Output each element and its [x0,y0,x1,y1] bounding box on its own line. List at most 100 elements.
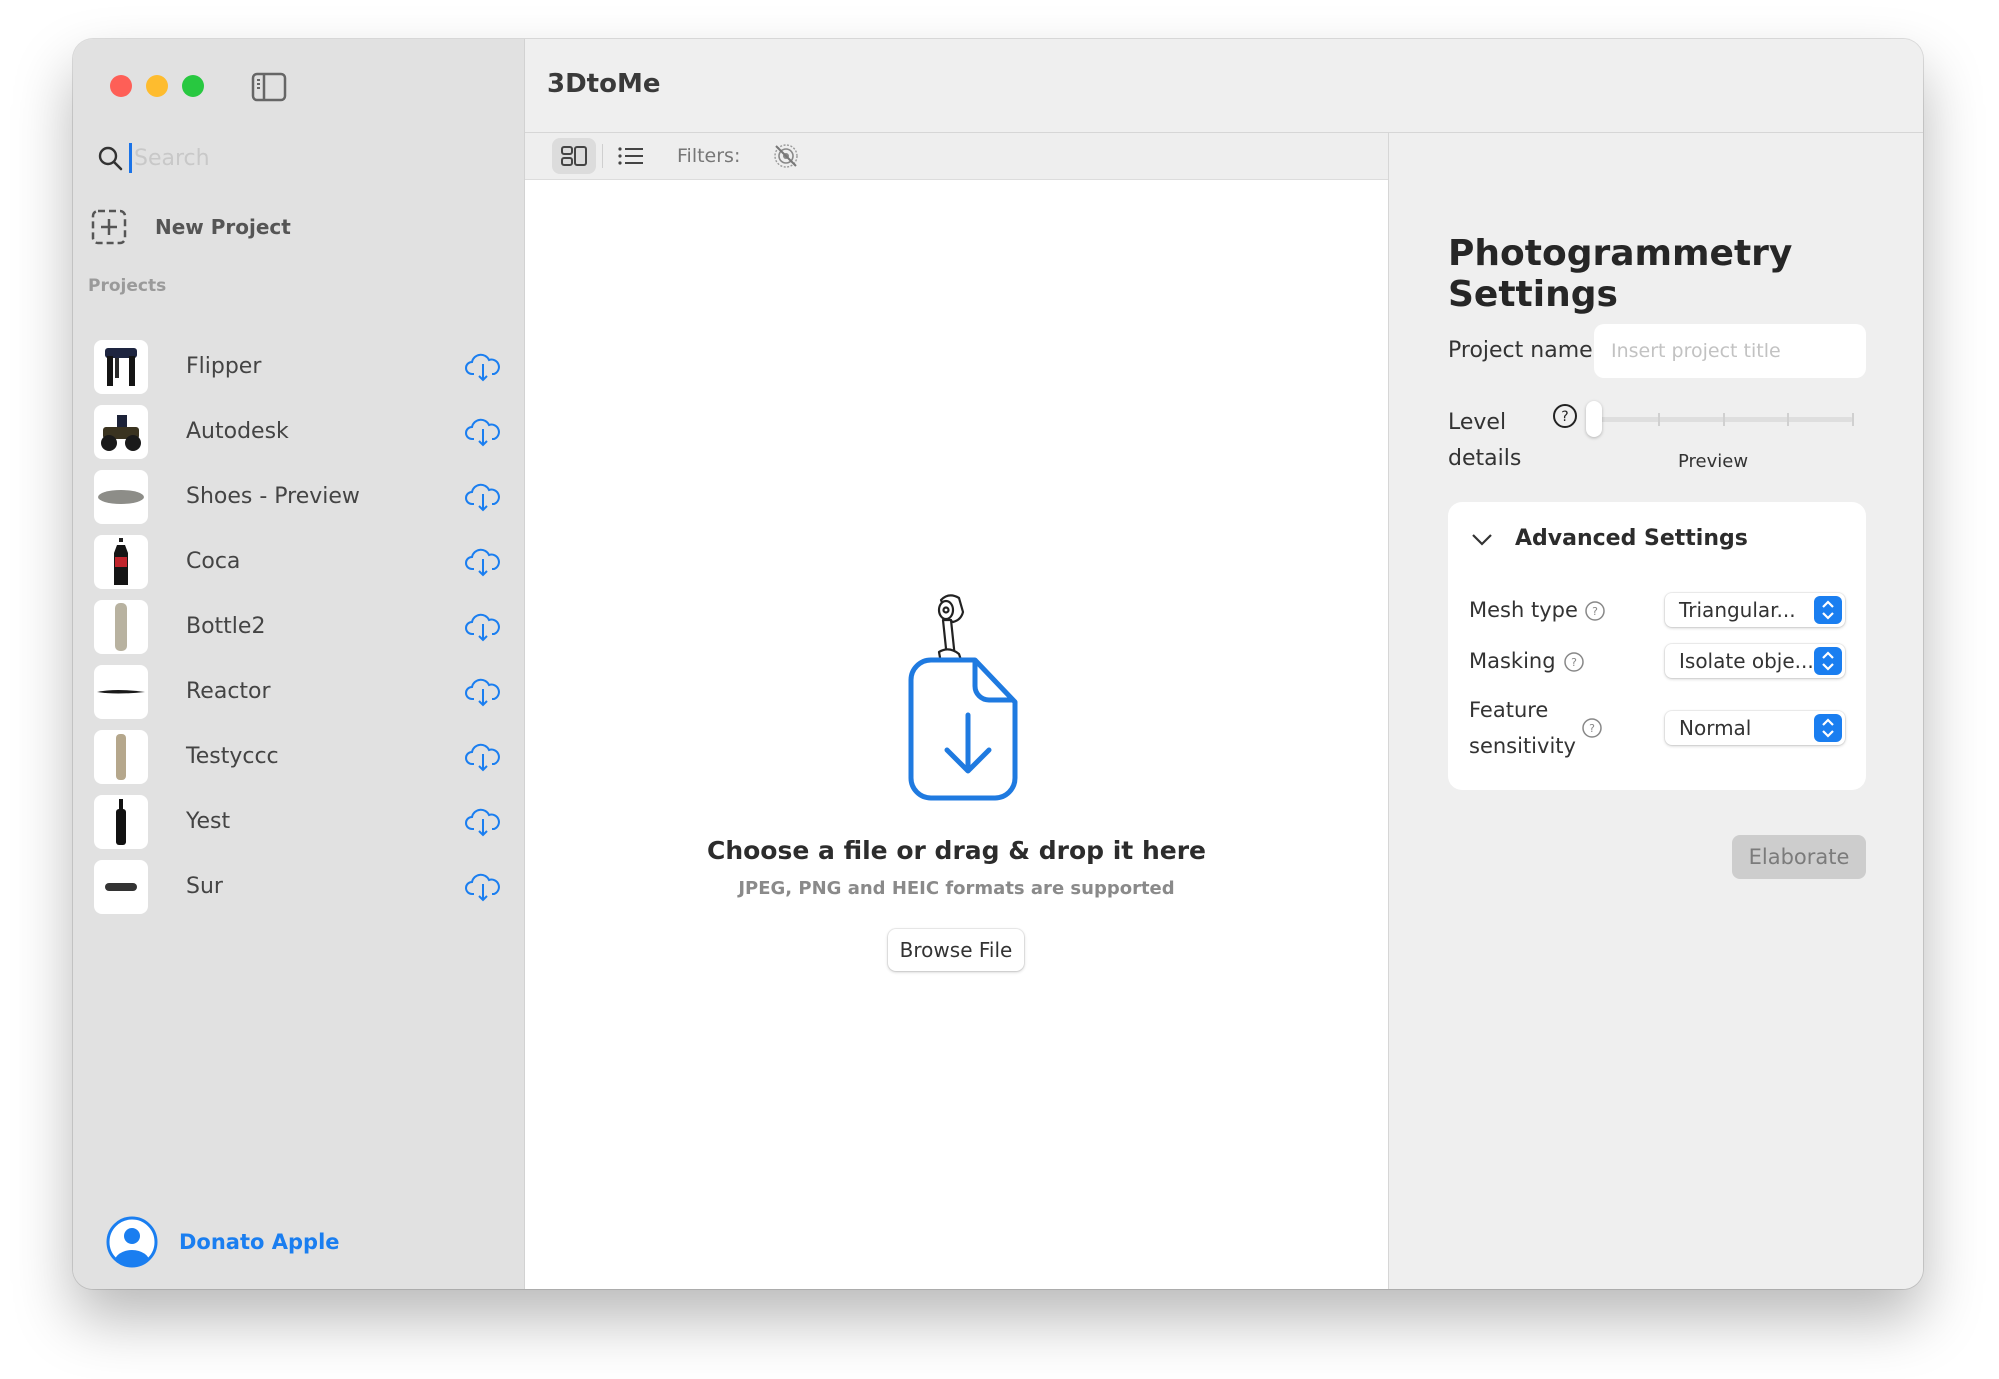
projects-section-header: Projects [88,276,167,296]
project-thumbnail [94,404,148,459]
project-list: Flipper Autodesk Shoes - Preview Coca Bo… [73,334,525,919]
advanced-settings-card: Advanced Settings Mesh type ? Triangular… [1448,502,1866,790]
mesh-type-label: Mesh type [1469,598,1578,622]
stepper-arrows-icon [1814,714,1842,742]
level-details-label-line1: Level [1448,410,1507,435]
zoom-window-button[interactable] [182,75,204,97]
close-window-button[interactable] [110,75,132,97]
cloud-download-icon[interactable] [465,807,501,837]
svg-text:?: ? [1592,605,1598,618]
feature-sensitivity-row: Feature sensitivity ? Normal [1469,692,1849,764]
minimize-window-button[interactable] [146,75,168,97]
slider-thumb[interactable] [1586,401,1602,437]
project-thumbnail [94,794,148,849]
masking-value: Isolate obje... [1679,649,1814,673]
file-download-illustration-icon [908,594,1018,801]
chevron-down-icon [1472,533,1492,546]
masking-row: Masking ? Isolate obje... [1469,641,1849,681]
cloud-download-icon[interactable] [465,482,501,512]
cloud-download-icon[interactable] [465,742,501,772]
help-icon[interactable]: ? [1581,717,1603,739]
avatar-icon [106,1216,158,1268]
project-thumbnail [94,664,148,719]
new-project-button[interactable]: New Project [91,207,351,247]
user-account-button[interactable]: Donato Apple [105,1214,340,1270]
filters-label: Filters: [677,145,741,167]
svg-text:?: ? [1561,409,1568,425]
mesh-type-row: Mesh type ? Triangular... [1469,590,1849,630]
level-details-label: Level details [1448,405,1521,477]
help-icon[interactable]: ? [1584,600,1606,622]
project-item[interactable]: Coca [73,529,525,594]
cloud-download-icon[interactable] [465,352,501,382]
slider-tick [1852,413,1854,426]
project-name: Coca [186,549,241,574]
app-window: New Project Projects Flipper Autodesk [73,39,1923,1289]
project-item[interactable]: Testyccc [73,724,525,789]
project-thumbnail [94,339,148,394]
feature-sensitivity-label: Feature sensitivity [1469,692,1576,764]
project-item[interactable]: Reactor [73,659,525,724]
browse-file-button[interactable]: Browse File [888,929,1024,971]
slider-tick [1787,413,1790,426]
advanced-settings-title: Advanced Settings [1515,526,1748,551]
cloud-download-icon[interactable] [465,612,501,642]
project-item[interactable]: Yest [73,789,525,854]
project-thumbnail [94,469,148,524]
drop-zone-title: Choose a file or drag & drop it here [706,836,1207,865]
filter-off-icon [774,144,799,168]
project-name-label: Project name [1448,338,1593,363]
file-drop-zone[interactable]: Choose a file or drag & drop it here JPE… [525,180,1388,1289]
mesh-type-select[interactable]: Triangular... [1665,593,1845,627]
settings-panel: Photogrammetry Settings Project name Lev… [1388,133,1923,1289]
grid-view-icon [561,146,587,166]
settings-title: Photogrammetry Settings [1448,233,1793,315]
cloud-download-icon[interactable] [465,547,501,577]
project-thumbnail [94,729,148,784]
search-input[interactable] [129,143,429,173]
cloud-download-icon[interactable] [465,417,501,447]
sidebar-toggle-button[interactable] [251,72,287,102]
project-item[interactable]: Autodesk [73,399,525,464]
filters-button[interactable] [764,138,808,174]
level-details-caption: Preview [1678,451,1749,472]
masking-label: Masking [1469,649,1556,673]
main-content: Filters: Choose a file or drag & drop it… [525,133,1388,1289]
view-toolbar: Filters: [525,133,1388,180]
feature-sensitivity-label-line2: sensitivity [1469,734,1576,758]
add-project-icon [91,209,127,245]
elaborate-button[interactable]: Elaborate [1732,835,1866,879]
masking-select[interactable]: Isolate obje... [1665,644,1845,678]
app-title: 3DtoMe [547,69,661,99]
help-icon[interactable]: ? [1563,651,1585,673]
title-bar: 3DtoMe [525,39,1923,133]
project-name: Yest [186,809,231,834]
grid-view-button[interactable] [552,138,596,174]
level-details-slider[interactable] [1584,399,1861,439]
mesh-type-value: Triangular... [1679,598,1796,622]
project-name-input[interactable] [1594,324,1866,378]
project-name: Sur [186,874,223,899]
list-view-button[interactable] [609,138,653,174]
project-thumbnail [94,534,148,589]
stepper-arrows-icon [1814,647,1842,675]
cloud-download-icon[interactable] [465,872,501,902]
sidebar-toggle-icon [251,72,287,102]
project-item[interactable]: Bottle2 [73,594,525,659]
level-details-label-line2: details [1448,446,1522,471]
help-icon[interactable]: ? [1552,403,1578,429]
user-name: Donato Apple [179,1230,340,1254]
sidebar: New Project Projects Flipper Autodesk [73,39,525,1289]
project-name: Reactor [186,679,271,704]
project-item[interactable]: Shoes - Preview [73,464,525,529]
project-name: Bottle2 [186,614,266,639]
project-item[interactable]: Flipper [73,334,525,399]
project-item[interactable]: Sur [73,854,525,919]
advanced-settings-toggle[interactable]: Advanced Settings [1469,526,1748,551]
feature-sensitivity-select[interactable]: Normal [1665,711,1845,745]
project-name: Flipper [186,354,262,379]
project-thumbnail [94,859,148,914]
cloud-download-icon[interactable] [465,677,501,707]
feature-sensitivity-value: Normal [1679,716,1752,740]
project-name: Autodesk [186,419,289,444]
